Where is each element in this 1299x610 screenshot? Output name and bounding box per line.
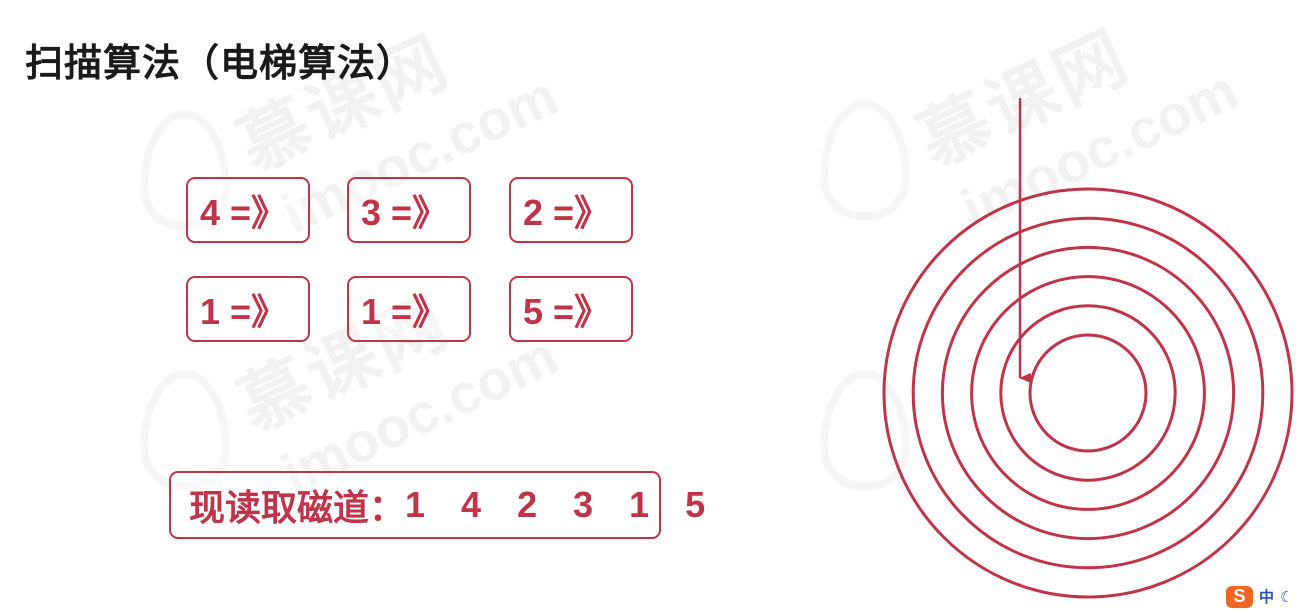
disk-track-6 xyxy=(1028,333,1148,453)
ime-toolbar[interactable]: S 中 ☾ xyxy=(1226,583,1299,610)
ime-logo-icon[interactable]: S xyxy=(1226,585,1253,608)
disk-tracks-diagram xyxy=(882,98,1294,599)
disk-track-1 xyxy=(882,187,1294,599)
moon-icon[interactable]: ☾ xyxy=(1280,588,1293,606)
ime-language-toggle[interactable]: 中 xyxy=(1259,586,1274,607)
disk-track-2 xyxy=(911,216,1265,570)
disk-track-3 xyxy=(940,245,1236,541)
disk-track-4 xyxy=(970,275,1206,511)
disk-track-5 xyxy=(999,304,1177,482)
disk-track-group xyxy=(882,187,1294,599)
